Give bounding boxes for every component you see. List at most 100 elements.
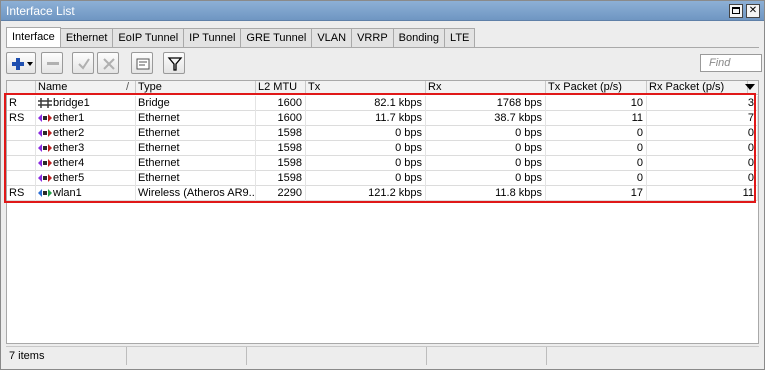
check-icon — [78, 58, 90, 70]
interface-name: ether2 — [53, 127, 85, 139]
tab-strip: Interface Ethernet EoIP Tunnel IP Tunnel… — [6, 27, 476, 47]
cell-rx: 11.8 kbps — [426, 186, 546, 201]
enable-button[interactable] — [72, 52, 94, 74]
disable-button[interactable] — [97, 52, 119, 74]
column-header-type[interactable]: Type — [136, 81, 256, 95]
cell-flags: RS — [7, 111, 36, 126]
column-header-rx-packet[interactable]: Rx Packet (p/s) — [647, 81, 748, 95]
cell-flags — [7, 171, 36, 186]
cell-tx: 0 bps — [306, 156, 426, 171]
cell-l2mtu: 1598 — [256, 171, 306, 186]
status-divider — [246, 347, 247, 365]
cell-rx: 0 bps — [426, 126, 546, 141]
cell-tx: 82.1 kbps — [306, 96, 426, 111]
ethernet-icon — [38, 173, 52, 186]
table-row[interactable]: ether4 Ethernet 1598 0 bps 0 bps 0 0 — [7, 156, 758, 171]
remove-button[interactable] — [41, 52, 63, 74]
cell-type: Ethernet — [136, 141, 256, 156]
close-icon[interactable]: ✕ — [746, 4, 760, 18]
cell-name: ether1 — [36, 111, 136, 126]
cell-flags — [7, 126, 36, 141]
cell-rxp: 3 — [647, 96, 758, 111]
status-divider — [426, 347, 427, 365]
find-input[interactable]: Find — [700, 54, 762, 72]
cell-type: Ethernet — [136, 126, 256, 141]
cell-tx: 0 bps — [306, 126, 426, 141]
cell-name: ether3 — [36, 141, 136, 156]
column-header-tx-packet[interactable]: Tx Packet (p/s) — [546, 81, 647, 95]
table-row[interactable]: ether5 Ethernet 1598 0 bps 0 bps 0 0 — [7, 171, 758, 186]
cell-txp: 0 — [546, 126, 647, 141]
cell-rxp: 0 — [647, 156, 758, 171]
add-button[interactable] — [6, 52, 36, 74]
table-row[interactable]: RS wlan1 Wireless (Atheros AR9... 2290 121.2… — [7, 186, 758, 201]
cell-txp: 0 — [546, 141, 647, 156]
maximize-icon[interactable] — [729, 4, 743, 18]
table-row[interactable]: Rbridge1 Bridge 1600 82.1 kbps 1768 bps 10 3 — [7, 96, 758, 111]
cell-flags — [7, 156, 36, 171]
cell-name: ether2 — [36, 126, 136, 141]
ethernet-icon — [38, 158, 52, 171]
ethernet-icon — [38, 128, 52, 141]
cell-type: Ethernet — [136, 156, 256, 171]
column-menu-icon[interactable] — [745, 84, 755, 90]
cell-rxp: 0 — [647, 126, 758, 141]
cell-rxp: 7 — [647, 111, 758, 126]
table-row[interactable]: RS ether1 Ethernet 1600 11.7 kbps 38.7 kbps 11… — [7, 111, 758, 126]
filter-button[interactable] — [163, 52, 185, 74]
tab-lte[interactable]: LTE — [444, 28, 476, 47]
interface-name: ether3 — [53, 142, 85, 154]
tab-gre-tunnel[interactable]: GRE Tunnel — [240, 28, 313, 47]
column-header-rx[interactable]: Rx — [426, 81, 546, 95]
tab-vrrp[interactable]: VRRP — [351, 28, 394, 47]
cell-name: wlan1 — [36, 186, 136, 201]
interface-list-window: Interface List ✕ Interface Ethernet EoIP… — [0, 0, 765, 370]
x-icon — [103, 58, 115, 70]
tab-eoip-tunnel[interactable]: EoIP Tunnel — [112, 28, 185, 47]
table-row[interactable]: ether2 Ethernet 1598 0 bps 0 bps 0 0 — [7, 126, 758, 141]
status-divider — [126, 347, 127, 365]
cell-flags: RS — [7, 186, 36, 201]
cell-txp: 0 — [546, 171, 647, 186]
column-header-flags[interactable] — [7, 81, 36, 95]
cell-rx: 0 bps — [426, 171, 546, 186]
comment-button[interactable] — [131, 52, 153, 74]
item-count: 7 items — [9, 350, 45, 362]
cell-tx: 0 bps — [306, 171, 426, 186]
table-row[interactable]: ether3 Ethernet 1598 0 bps 0 bps 0 0 — [7, 141, 758, 156]
plus-icon — [12, 58, 33, 70]
filter-icon — [167, 57, 183, 71]
cell-tx: 0 bps — [306, 141, 426, 156]
interface-name: ether5 — [53, 172, 85, 184]
interface-name: bridge1 — [53, 97, 90, 109]
cell-l2mtu: 1600 — [256, 111, 306, 126]
tab-vlan[interactable]: VLAN — [311, 28, 353, 47]
cell-rxp: 0 — [647, 171, 758, 186]
cell-flags: R — [7, 96, 36, 111]
cell-rx: 0 bps — [426, 156, 546, 171]
column-header-name[interactable]: Name — [36, 81, 136, 95]
column-header-l2mtu[interactable]: L2 MTU — [256, 81, 306, 95]
cell-tx: 11.7 kbps — [306, 111, 426, 126]
cell-l2mtu: 1598 — [256, 156, 306, 171]
wireless-icon — [38, 188, 52, 201]
tab-interface[interactable]: Interface — [6, 27, 61, 47]
tab-ethernet[interactable]: Ethernet — [59, 28, 114, 47]
column-header-tx[interactable]: Tx — [306, 81, 426, 95]
cell-txp: 11 — [546, 111, 647, 126]
cell-l2mtu: 1600 — [256, 96, 306, 111]
cell-rx: 38.7 kbps — [426, 111, 546, 126]
ethernet-icon — [38, 113, 52, 126]
interface-name: wlan1 — [53, 187, 82, 199]
toolbar: Find — [6, 52, 762, 76]
interface-table: Name Type L2 MTU Tx Rx Tx Packet (p/s) R… — [6, 80, 759, 344]
interface-name: ether4 — [53, 157, 85, 169]
tab-ip-tunnel[interactable]: IP Tunnel — [183, 28, 242, 47]
table-header: Name Type L2 MTU Tx Rx Tx Packet (p/s) R… — [7, 81, 758, 95]
cell-txp: 17 — [546, 186, 647, 201]
cell-type: Wireless (Atheros AR9... — [138, 186, 256, 201]
status-divider — [546, 347, 547, 365]
tab-bonding[interactable]: Bonding — [392, 28, 446, 47]
cell-name: bridge1 — [36, 96, 136, 111]
title-bar[interactable]: Interface List ✕ — [1, 1, 764, 21]
